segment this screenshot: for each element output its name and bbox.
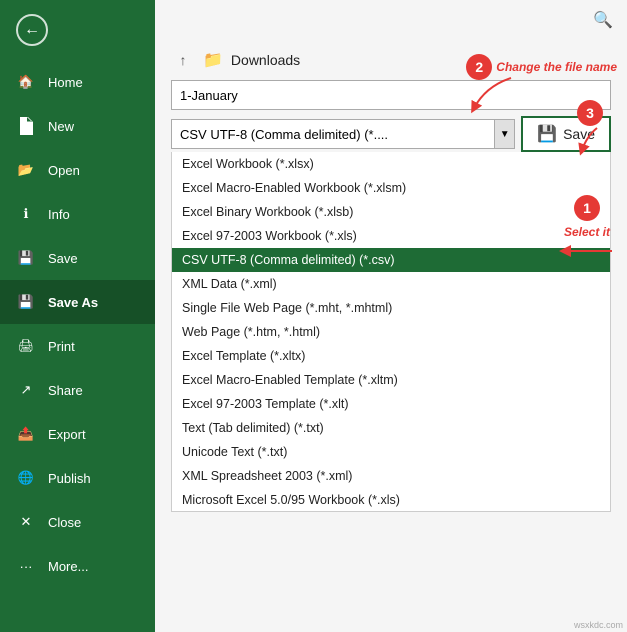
format-dropdown[interactable]: CSV UTF-8 (Comma delimited) (*.... ▼ [171, 119, 515, 149]
sidebar-item-export[interactable]: 📤 Export [0, 412, 155, 456]
sidebar-item-info[interactable]: ℹ Info [0, 192, 155, 236]
back-button-area[interactable]: ← [0, 0, 155, 60]
save-btn-label: Save [563, 126, 595, 142]
dropdown-item-xlsx[interactable]: Excel Workbook (*.xlsx) [172, 152, 610, 176]
dropdown-arrow-icon[interactable]: ▼ [494, 120, 514, 148]
dropdown-item-xltx[interactable]: Excel Template (*.xltx) [172, 344, 610, 368]
format-row: CSV UTF-8 (Comma delimited) (*.... ▼ 💾 S… [171, 116, 611, 152]
sidebar: ← 🏠 Home New 📂 Open [0, 0, 155, 632]
format-dropdown-list[interactable]: Excel Workbook (*.xlsx)Excel Macro-Enabl… [171, 152, 611, 512]
sidebar-label-print: Print [48, 339, 75, 354]
dropdown-item-xmlss[interactable]: XML Spreadsheet 2003 (*.xml) [172, 464, 610, 488]
more-icon: ··· [16, 556, 36, 576]
format-selected-label: CSV UTF-8 (Comma delimited) (*.... [180, 127, 494, 142]
dropdown-item-txt[interactable]: Text (Tab delimited) (*.txt) [172, 416, 610, 440]
save-button[interactable]: 💾 Save [521, 116, 611, 152]
sidebar-label-open: Open [48, 163, 80, 178]
new-icon [16, 116, 36, 136]
dropdown-item-xls97[interactable]: Excel 97-2003 Workbook (*.xls) [172, 224, 610, 248]
sidebar-item-more[interactable]: ··· More... [0, 544, 155, 588]
sidebar-item-save-as[interactable]: 💾 Save As [0, 280, 155, 324]
dropdown-item-xltm[interactable]: Excel Macro-Enabled Template (*.xltm) [172, 368, 610, 392]
title-bar: 🔍 [155, 0, 627, 40]
open-icon: 📂 [16, 160, 36, 180]
sidebar-label-share: Share [48, 383, 83, 398]
sidebar-item-save[interactable]: 💾 Save [0, 236, 155, 280]
sidebar-label-home: Home [48, 75, 83, 90]
publish-icon: 🌐 [16, 468, 36, 488]
save-as-icon: 💾 [16, 292, 36, 312]
current-path: Downloads [231, 52, 300, 68]
sidebar-item-open[interactable]: 📂 Open [0, 148, 155, 192]
folder-icon: 📁 [203, 50, 223, 70]
dropdown-item-html[interactable]: Web Page (*.htm, *.html) [172, 320, 610, 344]
sidebar-label-new: New [48, 119, 74, 134]
sidebar-label-more: More... [48, 559, 88, 574]
sidebar-label-info: Info [48, 207, 70, 222]
sidebar-item-print[interactable]: 🖨 Print [0, 324, 155, 368]
info-icon: ℹ [16, 204, 36, 224]
app-container: ← 🏠 Home New 📂 Open [0, 0, 627, 632]
back-button[interactable]: ← [16, 14, 48, 46]
sidebar-label-save-as: Save As [48, 295, 98, 310]
up-arrow-button[interactable]: ↑ [171, 48, 195, 72]
dropdown-item-mhtml[interactable]: Single File Web Page (*.mht, *.mhtml) [172, 296, 610, 320]
sidebar-item-home[interactable]: 🏠 Home [0, 60, 155, 104]
sidebar-item-publish[interactable]: 🌐 Publish [0, 456, 155, 500]
save-btn-icon: 💾 [537, 124, 557, 144]
filename-row [171, 80, 611, 110]
dropdown-item-unicode[interactable]: Unicode Text (*.txt) [172, 440, 610, 464]
sidebar-item-share[interactable]: ↗ Share [0, 368, 155, 412]
sidebar-label-export: Export [48, 427, 86, 442]
close-icon: ✕ [16, 512, 36, 532]
dropdown-item-xlt[interactable]: Excel 97-2003 Template (*.xlt) [172, 392, 610, 416]
watermark: wsxkdc.com [574, 620, 623, 630]
dropdown-item-xls5[interactable]: Microsoft Excel 5.0/95 Workbook (*.xls) [172, 488, 610, 512]
sidebar-label-close: Close [48, 515, 81, 530]
sidebar-item-close[interactable]: ✕ Close [0, 500, 155, 544]
share-icon: ↗ [16, 380, 36, 400]
format-select-wrapper: CSV UTF-8 (Comma delimited) (*.... ▼ [171, 119, 515, 149]
main-content: 🔍 ↑ 📁 Downloads CSV UTF-8 (Comma delimit… [155, 0, 627, 632]
home-icon: 🏠 [16, 72, 36, 92]
filename-input[interactable] [171, 80, 611, 110]
print-icon: 🖨 [16, 336, 36, 356]
sidebar-label-publish: Publish [48, 471, 91, 486]
sidebar-label-save: Save [48, 251, 78, 266]
save-icon: 💾 [16, 248, 36, 268]
sidebar-item-new[interactable]: New [0, 104, 155, 148]
dropdown-item-xlsb[interactable]: Excel Binary Workbook (*.xlsb) [172, 200, 610, 224]
dropdown-item-xlsm[interactable]: Excel Macro-Enabled Workbook (*.xlsm) [172, 176, 610, 200]
search-button[interactable]: 🔍 [587, 4, 619, 36]
dropdown-item-xml[interactable]: XML Data (*.xml) [172, 272, 610, 296]
export-icon: 📤 [16, 424, 36, 444]
sidebar-nav: 🏠 Home New 📂 Open ℹ Info [0, 60, 155, 632]
breadcrumb-row: ↑ 📁 Downloads [171, 48, 611, 72]
file-browser: ↑ 📁 Downloads CSV UTF-8 (Comma delimited… [155, 40, 627, 520]
dropdown-item-csvutf8[interactable]: CSV UTF-8 (Comma delimited) (*.csv) [172, 248, 610, 272]
